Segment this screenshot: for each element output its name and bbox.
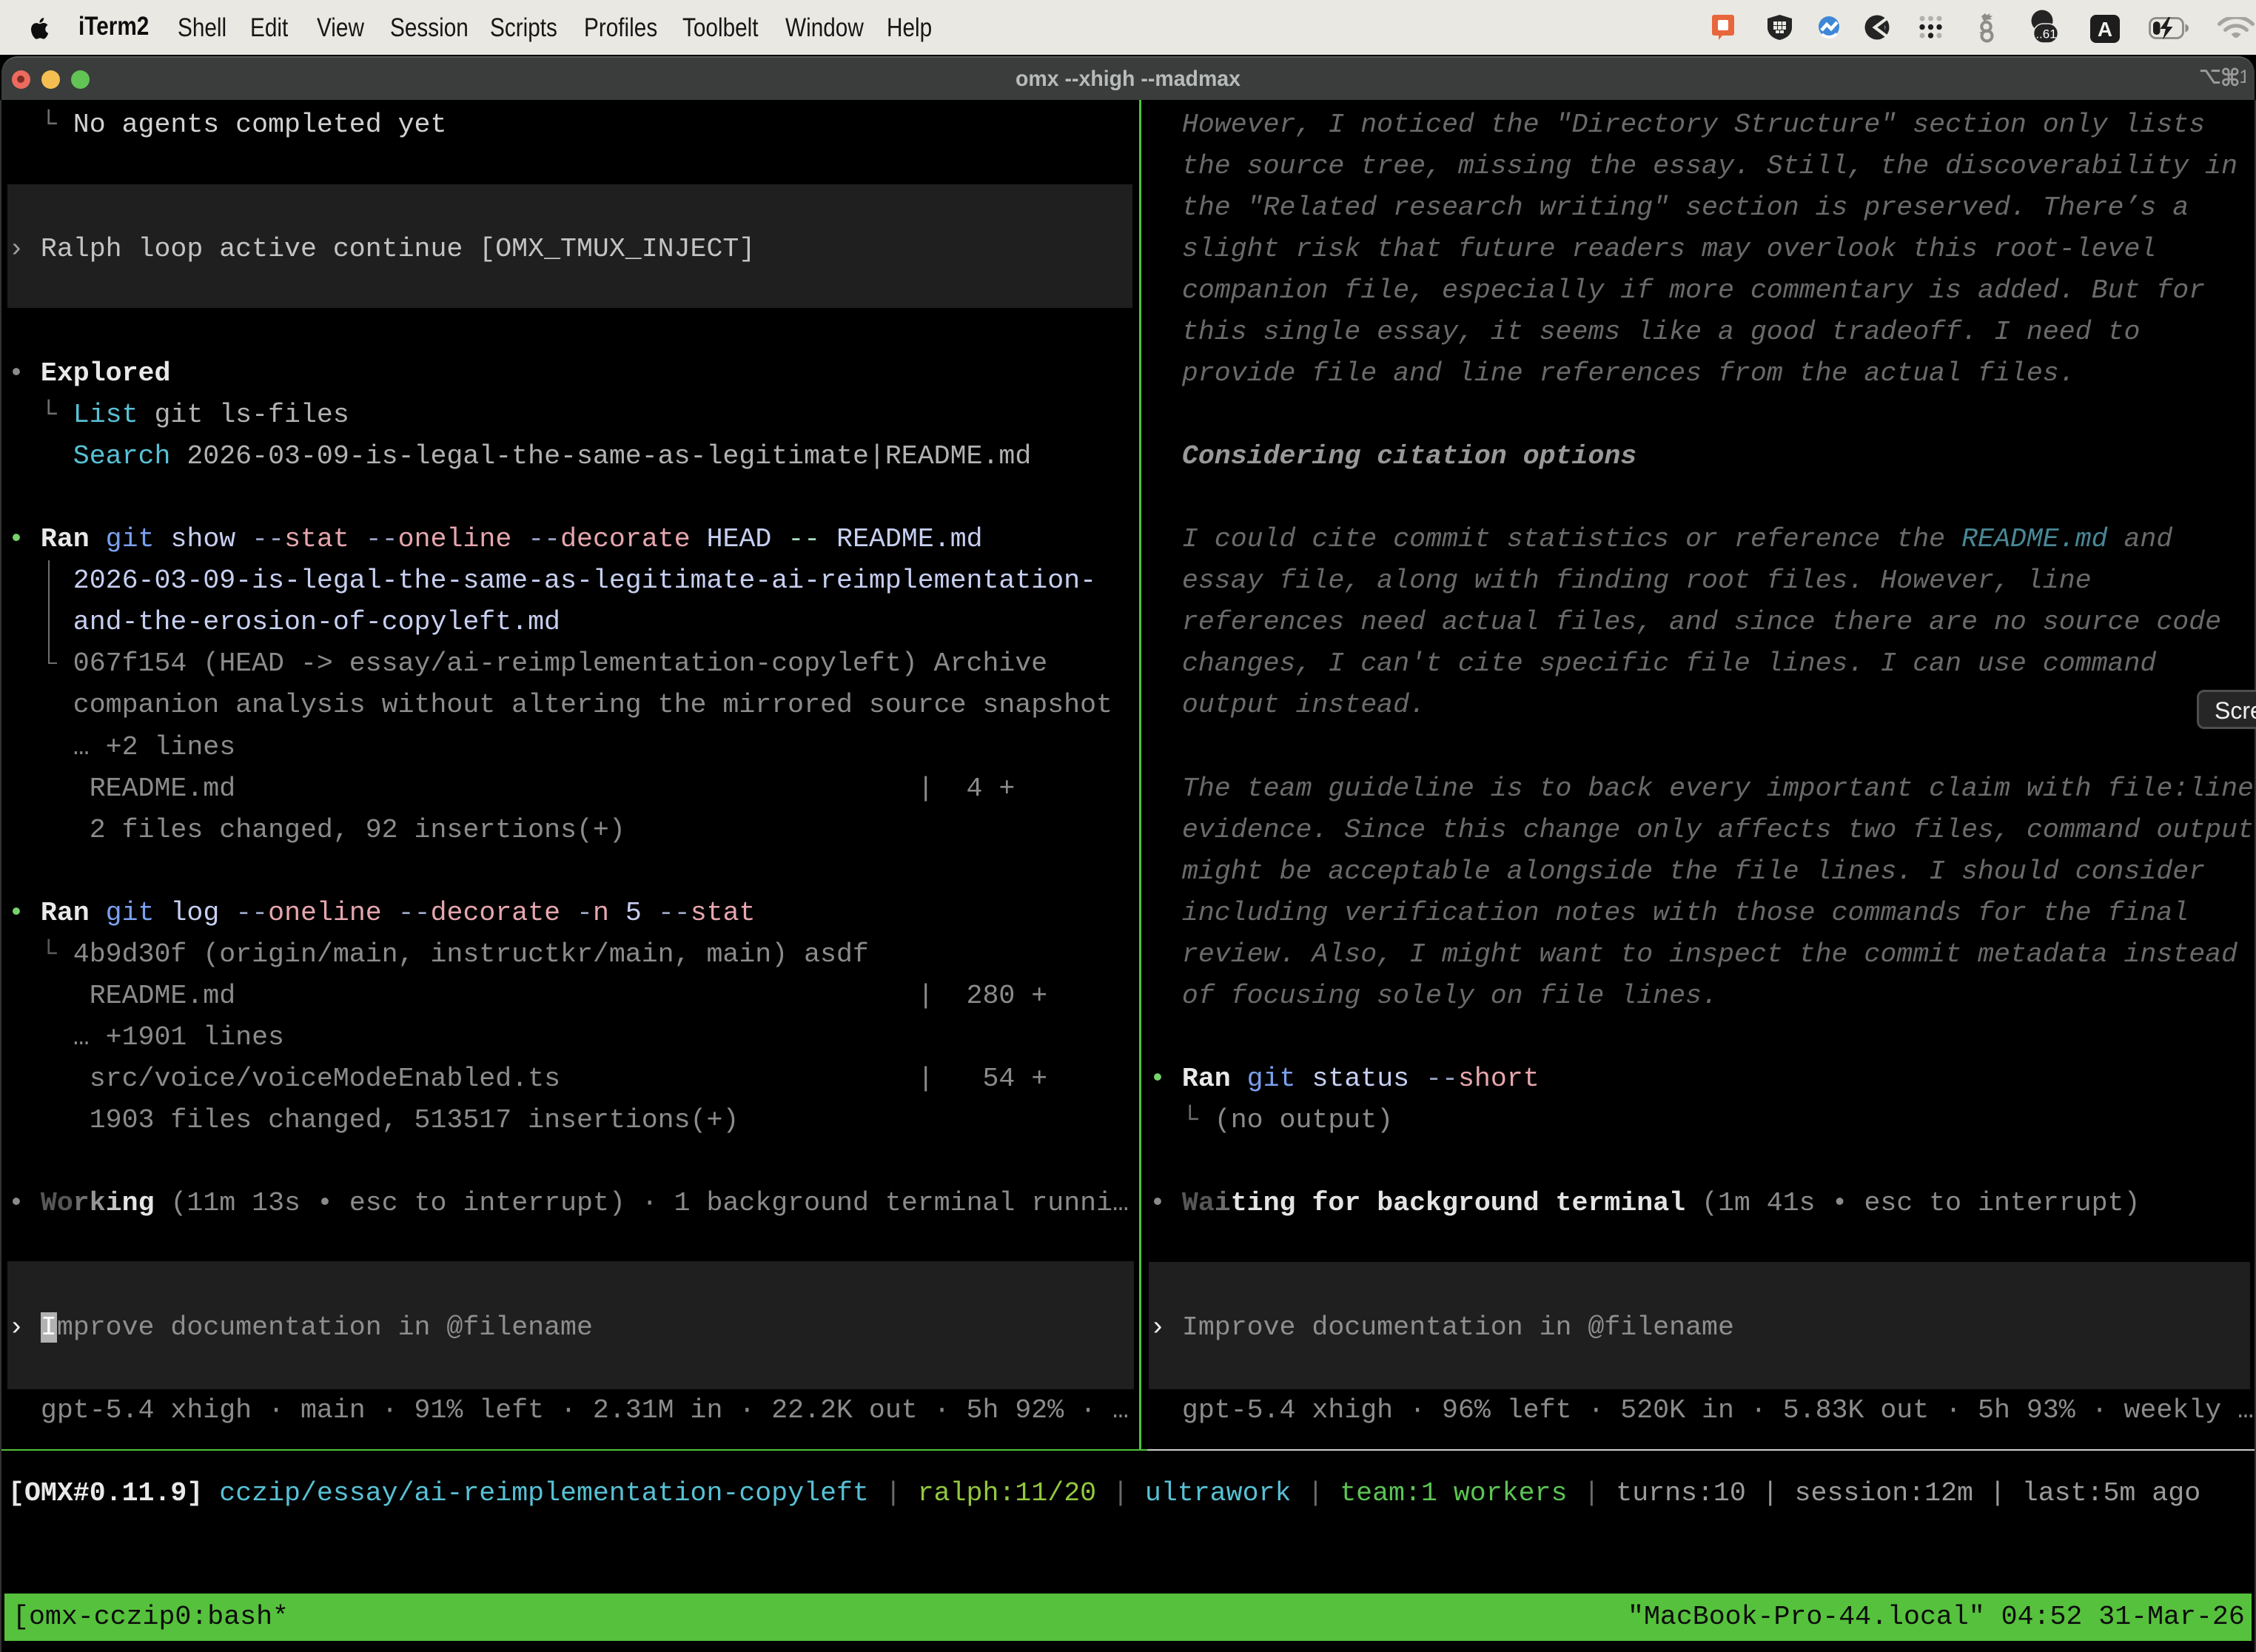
svg-text:A: A — [2098, 18, 2112, 41]
svg-text:..61: ..61 — [2035, 27, 2056, 41]
svg-text:1: 1 — [2239, 67, 2246, 87]
